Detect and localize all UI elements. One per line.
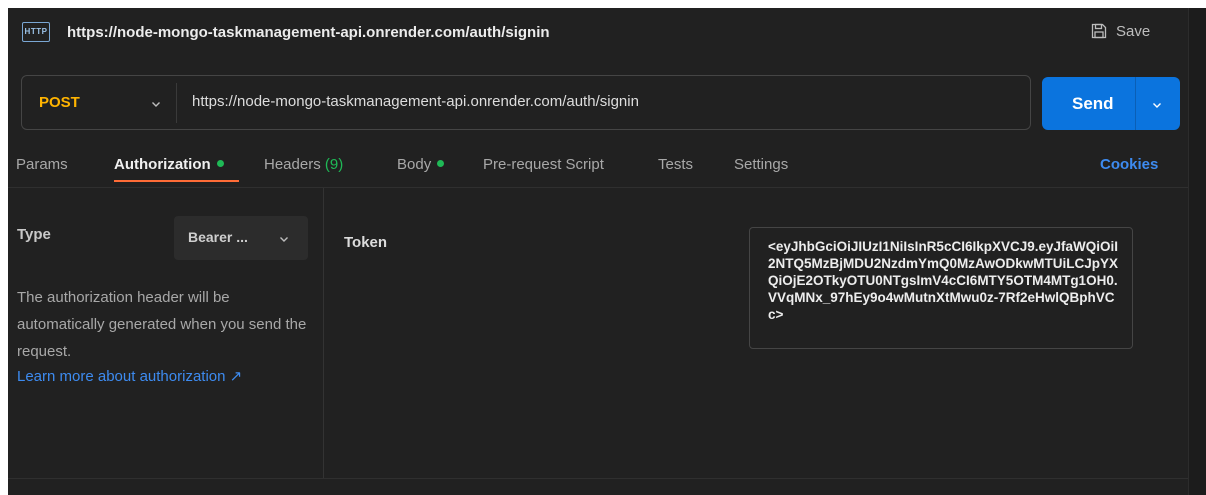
auth-type-panel: Type Bearer ... The authorization header… <box>8 188 324 478</box>
auth-type-select[interactable]: Bearer ... <box>174 216 308 260</box>
divider <box>176 83 177 123</box>
save-icon <box>1091 23 1107 39</box>
method-select[interactable]: POST <box>39 94 80 111</box>
save-button[interactable]: Save <box>1090 18 1150 44</box>
request-bar: POST https://node-mongo-taskmanagement-a… <box>21 75 1031 130</box>
send-button[interactable]: Send <box>1072 94 1114 114</box>
http-icon: HTTP <box>22 22 50 42</box>
type-label: Type <box>17 226 51 243</box>
save-label: Save <box>1116 22 1151 40</box>
request-tabs: Params Authorization Headers (9) Body Pr… <box>8 152 1188 188</box>
headers-count: (9) <box>324 156 344 173</box>
token-input[interactable]: <eyJhbGciOiJIUzI1NiIsInR5cCI6IkpXVCJ9.ey… <box>749 227 1133 349</box>
tab-label: Headers <box>264 156 321 173</box>
auth-description: The authorization header will be automat… <box>17 289 307 360</box>
status-dot <box>216 160 224 167</box>
tab-params[interactable]: Params <box>16 156 68 173</box>
chevron-down-icon[interactable] <box>1151 99 1163 111</box>
url-input[interactable]: https://node-mongo-taskmanagement-api.on… <box>192 93 639 110</box>
active-tab-indicator <box>114 180 239 182</box>
chevron-down-icon[interactable] <box>150 98 162 110</box>
tab-label: Authorization <box>114 156 211 173</box>
tab-body[interactable]: Body <box>397 156 445 173</box>
tab-settings[interactable]: Settings <box>734 156 788 173</box>
request-titlebar: HTTP https://node-mongo-taskmanagement-a… <box>8 8 1188 58</box>
auth-type-value: Bearer ... <box>188 229 248 245</box>
request-editor: HTTP https://node-mongo-taskmanagement-a… <box>8 8 1188 495</box>
scrollbar-track[interactable] <box>1188 8 1206 495</box>
token-label: Token <box>344 234 388 251</box>
learn-more-link[interactable]: Learn more about authorization ↗ <box>17 367 242 385</box>
request-title[interactable]: https://node-mongo-taskmanagement-api.on… <box>67 24 550 41</box>
chevron-down-icon <box>280 237 288 242</box>
tab-tests[interactable]: Tests <box>658 156 693 173</box>
token-value: <eyJhbGciOiJIUzI1NiIsInR5cCI6IkpXVCJ9.ey… <box>768 239 1119 322</box>
tab-pre-request-script[interactable]: Pre-request Script <box>483 156 604 173</box>
tab-headers[interactable]: Headers (9) <box>264 156 343 173</box>
divider <box>1135 77 1136 130</box>
divider <box>8 478 1188 479</box>
send-button-group: Send <box>1042 77 1180 130</box>
status-dot <box>437 160 445 167</box>
tab-label: Body <box>397 156 432 173</box>
cookies-link[interactable]: Cookies <box>1100 156 1158 173</box>
tab-authorization[interactable]: Authorization <box>114 156 224 173</box>
